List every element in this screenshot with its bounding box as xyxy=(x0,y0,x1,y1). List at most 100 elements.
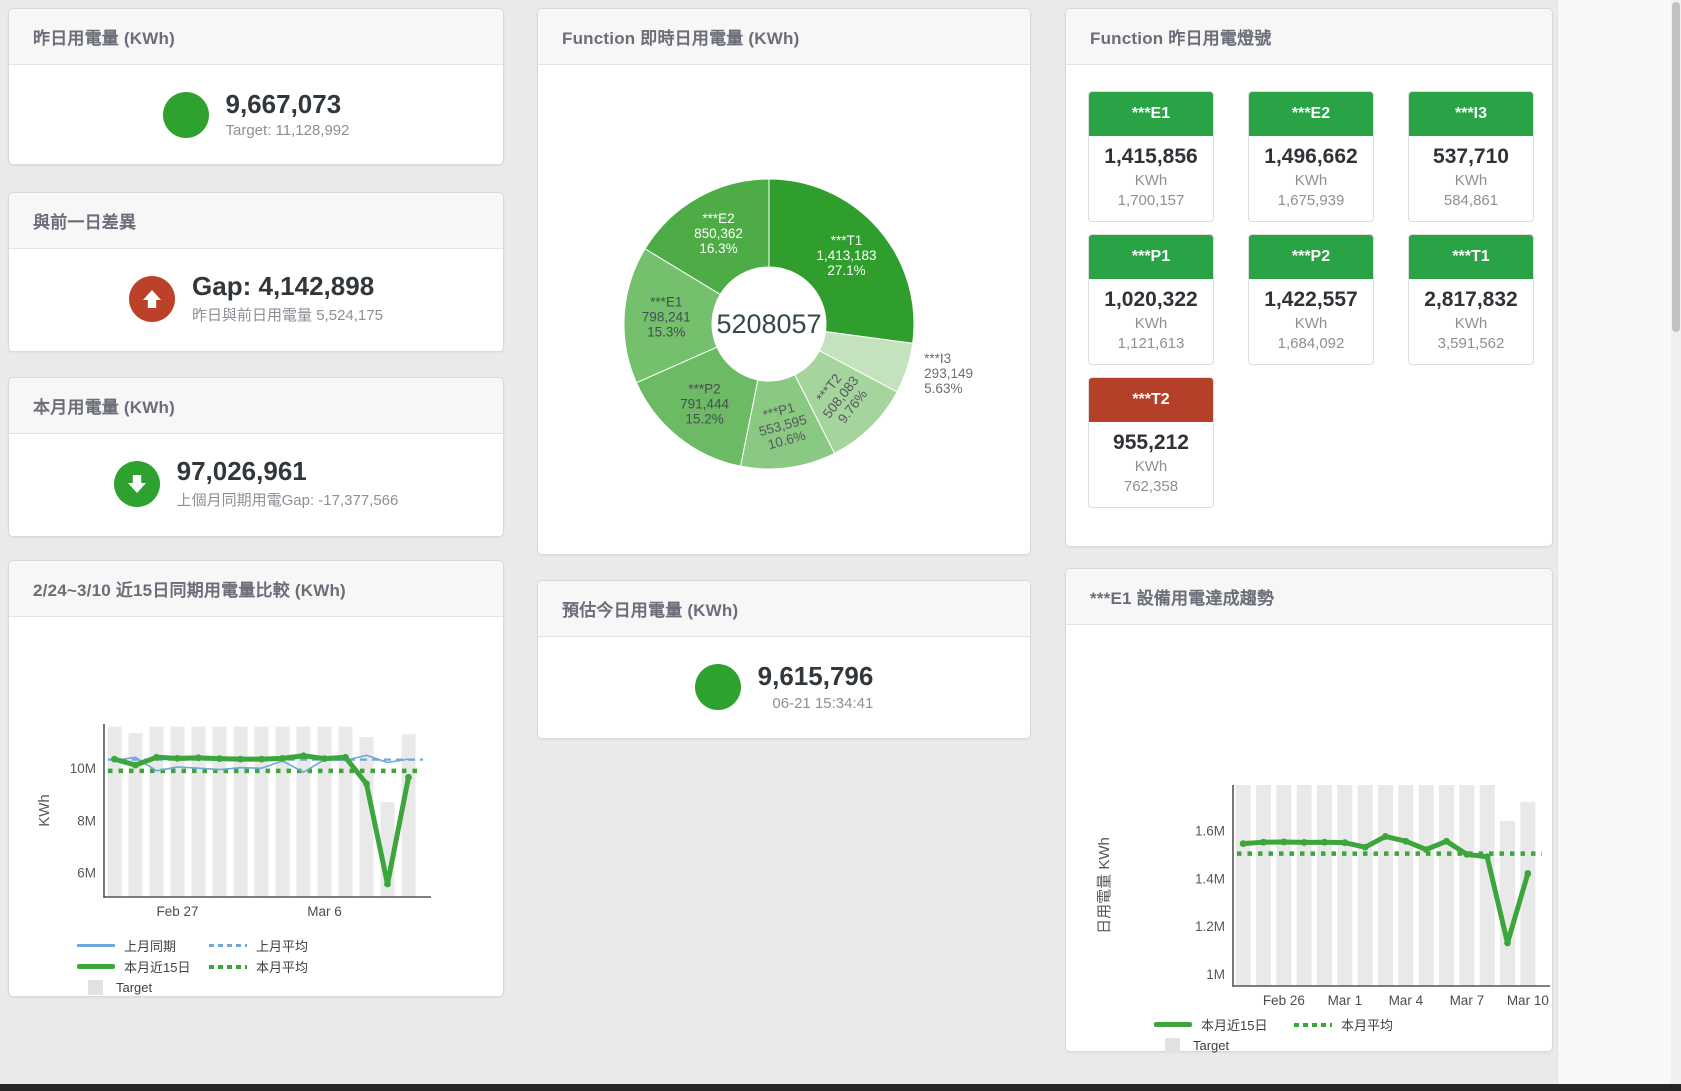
lamp-tile-unit: KWh xyxy=(1413,172,1529,189)
gap-subtitle: 昨日與前日用電量 5,524,175 xyxy=(192,304,383,325)
lamp-tile-p2: ***P21,422,557KWh1,684,092 xyxy=(1248,234,1374,365)
target-bar xyxy=(318,727,332,897)
card-gap-previous-day: 與前一日差異 Gap: 4,142,898 昨日與前日用電量 5,524,175 xyxy=(8,192,504,352)
legend-item[interactable]: 上月同期 xyxy=(77,936,209,955)
svg-text:293,149: 293,149 xyxy=(924,366,973,381)
card-month-usage: 本月用電量 (KWh) 97,026,961 上個月同期用電Gap: -17,3… xyxy=(8,377,504,537)
target-bar xyxy=(1439,785,1454,986)
lamp-tile-unit: KWh xyxy=(1093,315,1209,332)
target-bar xyxy=(276,727,290,897)
card-lamp-status: Function 昨日用電燈號 ***E11,415,856KWh1,700,1… xyxy=(1065,8,1553,547)
lamp-tiles: ***E11,415,856KWh1,700,157***E21,496,662… xyxy=(1066,65,1552,534)
svg-text:Mar 7: Mar 7 xyxy=(1450,993,1485,1008)
legend-label: 本月近15日 xyxy=(124,957,190,976)
card-title: Function 即時日用電量 (KWh) xyxy=(538,9,1030,65)
lamp-tile-value: 1,496,662 xyxy=(1253,145,1369,169)
donut-chart[interactable]: ***T11,413,18327.1%***I3293,1495.63%***T… xyxy=(538,65,1030,554)
target-bar xyxy=(1236,785,1251,986)
legend-item[interactable]: 上月平均 xyxy=(209,936,341,955)
lamp-tile-value: 2,817,832 xyxy=(1413,288,1529,312)
target-bar xyxy=(1378,785,1393,986)
svg-text:1.6M: 1.6M xyxy=(1195,823,1225,838)
svg-text:***P2: ***P2 xyxy=(688,381,720,396)
card-title: 昨日用電量 (KWh) xyxy=(9,9,503,65)
card-title: 2/24~3/10 近15日同期用電量比較 (KWh) xyxy=(9,561,503,617)
trend-chart[interactable]: 1M1.2M1.4M1.6MFeb 26Mar 1Mar 4Mar 7Mar 1… xyxy=(1066,625,1552,1008)
green-line-swatch-icon xyxy=(77,964,115,969)
up-arrow-icon xyxy=(140,287,164,311)
gray-box-swatch-icon xyxy=(88,980,103,995)
lamp-tile-value: 955,212 xyxy=(1093,431,1209,455)
svg-text:850,362: 850,362 xyxy=(694,226,743,241)
target-bar xyxy=(1358,785,1373,986)
lamp-tile-target: 1,121,613 xyxy=(1093,335,1209,352)
target-bar xyxy=(297,727,311,897)
svg-text:Feb 26: Feb 26 xyxy=(1263,993,1305,1008)
lamp-tile-value: 1,020,322 xyxy=(1093,288,1209,312)
lamp-tile-unit: KWh xyxy=(1413,315,1529,332)
legend-item[interactable]: 本月近15日 xyxy=(77,957,209,976)
svg-text:Mar 10: Mar 10 xyxy=(1507,993,1549,1008)
donut-center-value: 5208057 xyxy=(716,309,821,339)
green-line-swatch-icon xyxy=(1154,1022,1192,1027)
target-bar xyxy=(1297,785,1312,986)
scrollbar[interactable] xyxy=(1671,0,1681,1084)
svg-text:***E1: ***E1 xyxy=(650,294,682,309)
target-bar xyxy=(1419,785,1434,986)
card-title: 預估今日用電量 (KWh) xyxy=(538,581,1030,637)
lamp-tile-unit: KWh xyxy=(1093,458,1209,475)
svg-text:10M: 10M xyxy=(70,761,96,776)
lamp-tile-e2: ***E21,496,662KWh1,675,939 xyxy=(1248,91,1374,222)
lamp-tile-name: ***T1 xyxy=(1409,235,1533,279)
legend-item[interactable]: 本月近15日 xyxy=(1154,1015,1294,1034)
trend-chart-legend: 本月近15日本月平均Target xyxy=(1066,1015,1552,1055)
blue-dash-swatch-icon xyxy=(209,944,247,947)
estimate-today-value: 9,615,796 xyxy=(758,662,874,692)
target-bar xyxy=(1459,785,1474,986)
svg-text:798,241: 798,241 xyxy=(642,309,691,324)
legend-label: 本月平均 xyxy=(256,957,308,976)
lamp-tile-value: 1,422,557 xyxy=(1253,288,1369,312)
scrollbar-thumb[interactable] xyxy=(1672,2,1680,332)
target-bar xyxy=(339,727,353,897)
yesterday-usage-target: Target: 11,128,992 xyxy=(226,122,350,139)
svg-text:15.2%: 15.2% xyxy=(685,411,723,426)
target-bar xyxy=(1337,785,1352,986)
card-e1-trend: ***E1 設備用電達成趨勢 1M1.2M1.4M1.6MFeb 26Mar 1… xyxy=(1065,568,1553,1052)
target-bar xyxy=(192,727,206,897)
svg-text:1,413,183: 1,413,183 xyxy=(817,248,877,263)
legend-item[interactable]: Target xyxy=(1154,1036,1294,1055)
status-circle-green-icon xyxy=(695,664,741,710)
lamp-tile-target: 1,684,092 xyxy=(1253,335,1369,352)
svg-text:Mar 4: Mar 4 xyxy=(1389,993,1424,1008)
green-dot-swatch-icon xyxy=(209,965,247,969)
svg-text:16.3%: 16.3% xyxy=(699,241,737,256)
card-title: Function 昨日用電燈號 xyxy=(1066,9,1552,65)
lamp-tile-target: 1,675,939 xyxy=(1253,192,1369,209)
comparison-chart-legend: 上月同期 上月平均本月近15日 本月平均 Target xyxy=(9,936,503,997)
target-bar xyxy=(1276,785,1291,986)
legend-item[interactable]: 本月平均 xyxy=(209,957,341,976)
target-bar xyxy=(1500,821,1515,986)
target-bar xyxy=(150,727,164,897)
month-usage-value: 97,026,961 xyxy=(177,457,399,487)
lamp-tile-t2: ***T2955,212KWh762,358 xyxy=(1088,377,1214,508)
gray-box-swatch-icon xyxy=(1165,1038,1180,1053)
legend-label: 上月同期 xyxy=(124,936,176,955)
status-circle-green-icon xyxy=(163,92,209,138)
legend-item[interactable]: Target xyxy=(77,978,209,997)
lamp-tile-i3: ***I3537,710KWh584,861 xyxy=(1408,91,1534,222)
svg-text:日用電量 KWh: 日用電量 KWh xyxy=(1096,837,1113,934)
legend-item[interactable]: 本月平均 xyxy=(1294,1015,1434,1034)
lamp-tile-target: 3,591,562 xyxy=(1413,335,1529,352)
yesterday-usage-value: 9,667,073 xyxy=(226,90,350,120)
svg-text:1.2M: 1.2M xyxy=(1195,919,1225,934)
card-realtime-donut: Function 即時日用電量 (KWh) ***T11,413,18327.1… xyxy=(537,8,1031,555)
comparison-chart[interactable]: 6M8M10MFeb 27Mar 6KWh xyxy=(9,617,503,929)
svg-text:Mar 1: Mar 1 xyxy=(1328,993,1363,1008)
card-title: ***E1 設備用電達成趨勢 xyxy=(1066,569,1552,625)
lamp-tile-unit: KWh xyxy=(1093,172,1209,189)
lamp-tile-name: ***E2 xyxy=(1249,92,1373,136)
svg-text:***E2: ***E2 xyxy=(702,211,734,226)
card-15day-comparison: 2/24~3/10 近15日同期用電量比較 (KWh) 6M8M10MFeb 2… xyxy=(8,560,504,997)
